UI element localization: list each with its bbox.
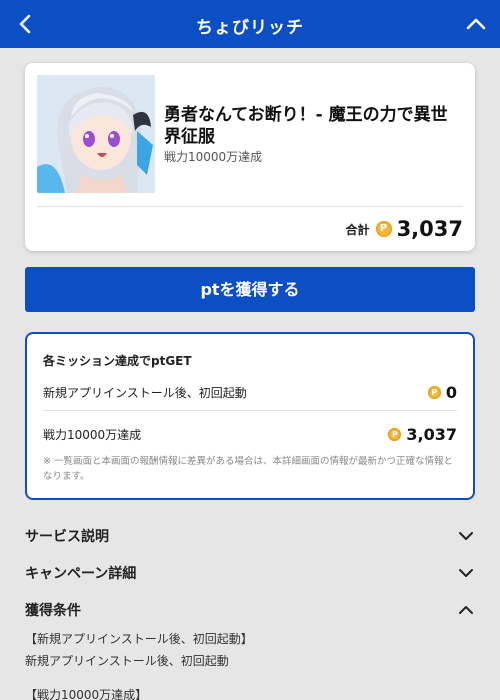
section-acquisition-conditions[interactable]: 獲得条件 bbox=[25, 598, 475, 622]
chevron-down-icon bbox=[459, 532, 473, 540]
offer-title: 勇者なんてお断り！- 魔王の力で異世界征服 bbox=[164, 105, 448, 147]
section-service-description[interactable]: サービス説明 bbox=[25, 524, 475, 548]
mission-points-value: 0 bbox=[445, 382, 457, 402]
mission-points: P 0 bbox=[427, 382, 457, 402]
mission-name: 戦力10000万達成 bbox=[43, 427, 142, 442]
coin-icon: P bbox=[427, 385, 441, 399]
mission-row: 新規アプリインストール後、初回起動 P 0 bbox=[43, 380, 457, 404]
missions-panel: 各ミッション達成でptGET 新規アプリインストール後、初回起動 P 0 戦力1… bbox=[25, 332, 475, 500]
game-thumbnail bbox=[37, 75, 155, 193]
missions-note: ※ 一覧画面と本画面の報酬情報に差異がある場合は、本詳細画面の情報が最新かつ正確… bbox=[43, 456, 453, 482]
section-label: 獲得条件 bbox=[25, 603, 81, 619]
total-label: 合計 bbox=[345, 222, 370, 237]
total-points: 合計 P 3,037 bbox=[346, 215, 463, 243]
coin-icon: P bbox=[375, 221, 392, 237]
offer-card: 勇者なんてお断り！- 魔王の力で異世界征服 戦力10000万達成 合計 P 3,… bbox=[25, 63, 475, 251]
section-label: サービス説明 bbox=[25, 529, 109, 545]
missions-divider bbox=[43, 410, 457, 411]
app-header: ちょびリッチ bbox=[0, 0, 500, 48]
mission-points-value: 3,037 bbox=[406, 424, 457, 444]
mission-name: 新規アプリインストール後、初回起動 bbox=[43, 385, 247, 400]
page-title: ちょびリッチ bbox=[196, 18, 304, 38]
missions-title: 各ミッション達成でptGET bbox=[43, 354, 192, 368]
total-value: 3,037 bbox=[396, 217, 463, 241]
card-divider bbox=[37, 206, 463, 207]
condition-heading: 【戦力10000万達成】 bbox=[25, 688, 148, 700]
offer-subtitle: 戦力10000万達成 bbox=[164, 150, 263, 164]
coin-icon: P bbox=[388, 427, 402, 441]
condition-heading: 【新規アプリインストール後、初回起動】 bbox=[25, 632, 253, 646]
chevron-up-icon bbox=[459, 606, 473, 614]
mission-row: 戦力10000万達成 P 3,037 bbox=[43, 422, 457, 446]
section-campaign-details[interactable]: キャンペーン詳細 bbox=[25, 561, 475, 585]
chevron-down-icon bbox=[459, 569, 473, 577]
mission-points: P 3,037 bbox=[388, 425, 457, 444]
condition-text: 新規アプリインストール後、初回起動 bbox=[25, 654, 229, 668]
get-points-button[interactable]: ptを獲得する bbox=[25, 267, 475, 312]
section-label: キャンペーン詳細 bbox=[25, 566, 137, 582]
chevron-up-icon[interactable] bbox=[464, 13, 488, 35]
